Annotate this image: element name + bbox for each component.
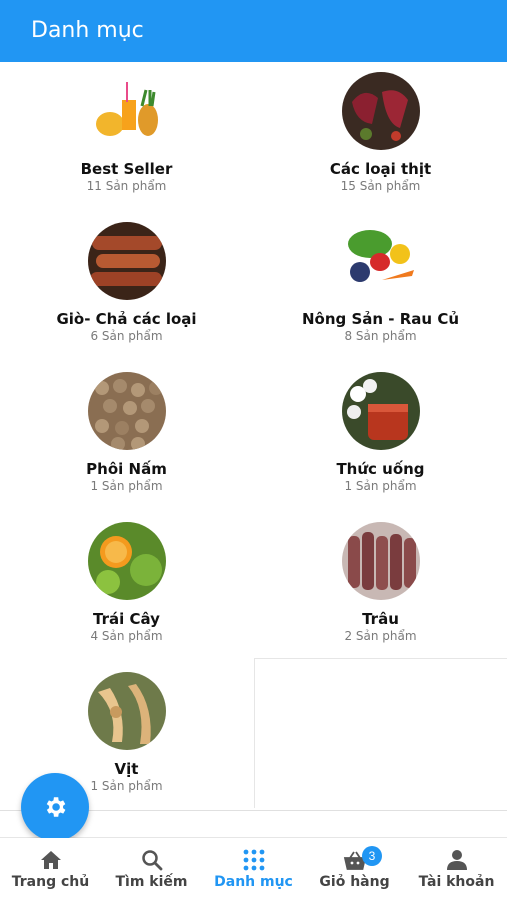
category-name: Vịt bbox=[114, 760, 139, 778]
category-count: 2 Sản phẩm bbox=[344, 629, 417, 643]
nav-label: Tài khoản bbox=[418, 874, 495, 890]
page-title: Danh mục bbox=[31, 18, 144, 43]
nav-item-home[interactable]: Trang chủ bbox=[0, 838, 101, 900]
category-name: Trâu bbox=[362, 610, 399, 628]
category-item[interactable]: Trâu 2 Sản phẩm bbox=[254, 512, 507, 662]
vegetables-image bbox=[342, 222, 420, 300]
category-item[interactable]: Best Seller 11 Sản phẩm bbox=[0, 62, 253, 212]
nav-item-cart[interactable]: 3 Giỏ hàng bbox=[304, 838, 405, 900]
grid-icon bbox=[243, 849, 264, 871]
nav-item-account[interactable]: Tài khoản bbox=[406, 838, 507, 900]
mushroom-spawn-image bbox=[88, 372, 166, 450]
category-count: 15 Sản phẩm bbox=[340, 179, 421, 193]
category-count: 4 Sản phẩm bbox=[90, 629, 163, 643]
category-name: Best Seller bbox=[80, 160, 173, 178]
app-header: Danh mục bbox=[0, 0, 507, 62]
settings-fab-button[interactable] bbox=[21, 773, 89, 841]
nav-item-categories[interactable]: Danh mục bbox=[203, 838, 304, 900]
category-count: 6 Sản phẩm bbox=[90, 329, 163, 343]
category-item[interactable]: Nông Sản - Rau Củ 8 Sản phẩm bbox=[254, 212, 507, 362]
category-count: 8 Sản phẩm bbox=[344, 329, 417, 343]
search-icon bbox=[141, 850, 162, 871]
fruit-image bbox=[88, 522, 166, 600]
meat-image bbox=[342, 72, 420, 150]
sausage-image bbox=[88, 222, 166, 300]
nav-label: Trang chủ bbox=[11, 874, 90, 890]
home-icon bbox=[40, 851, 61, 869]
category-name: Giò- Chả các loại bbox=[56, 310, 197, 328]
category-count: 11 Sản phẩm bbox=[86, 179, 167, 193]
bottom-navigation: Trang chủ Tìm kiếm Danh mục 3 Giỏ hàng T… bbox=[0, 838, 507, 900]
grid-divider bbox=[254, 658, 255, 808]
cart-count-badge: 3 bbox=[362, 846, 382, 866]
category-name: Phôi Nấm bbox=[86, 460, 167, 478]
category-name: Thức uống bbox=[336, 460, 425, 478]
nav-label: Tìm kiếm bbox=[115, 874, 188, 890]
category-name: Nông Sản - Rau Củ bbox=[301, 310, 460, 328]
category-item[interactable]: Thức uống 1 Sản phẩm bbox=[254, 362, 507, 512]
category-item[interactable]: Trái Cây 4 Sản phẩm bbox=[0, 512, 253, 662]
nav-item-search[interactable]: Tìm kiếm bbox=[101, 838, 202, 900]
nav-label: Danh mục bbox=[214, 874, 293, 890]
category-name: Các loại thịt bbox=[329, 160, 432, 178]
category-count: 1 Sản phẩm bbox=[90, 479, 163, 493]
category-item[interactable]: Giò- Chả các loại 6 Sản phẩm bbox=[0, 212, 253, 362]
juice-fruits-image bbox=[88, 72, 166, 150]
category-item[interactable]: Các loại thịt 15 Sản phẩm bbox=[254, 62, 507, 212]
buffalo-meat-image bbox=[342, 522, 420, 600]
duck-image bbox=[88, 672, 166, 750]
nav-label: Giỏ hàng bbox=[319, 874, 390, 890]
category-name: Trái Cây bbox=[93, 610, 160, 628]
settings-gear-icon bbox=[46, 797, 66, 817]
category-item[interactable]: Phôi Nấm 1 Sản phẩm bbox=[0, 362, 253, 512]
drink-image bbox=[342, 372, 420, 450]
grid-divider bbox=[254, 658, 507, 659]
category-count: 1 Sản phẩm bbox=[344, 479, 417, 493]
user-icon bbox=[446, 850, 467, 870]
